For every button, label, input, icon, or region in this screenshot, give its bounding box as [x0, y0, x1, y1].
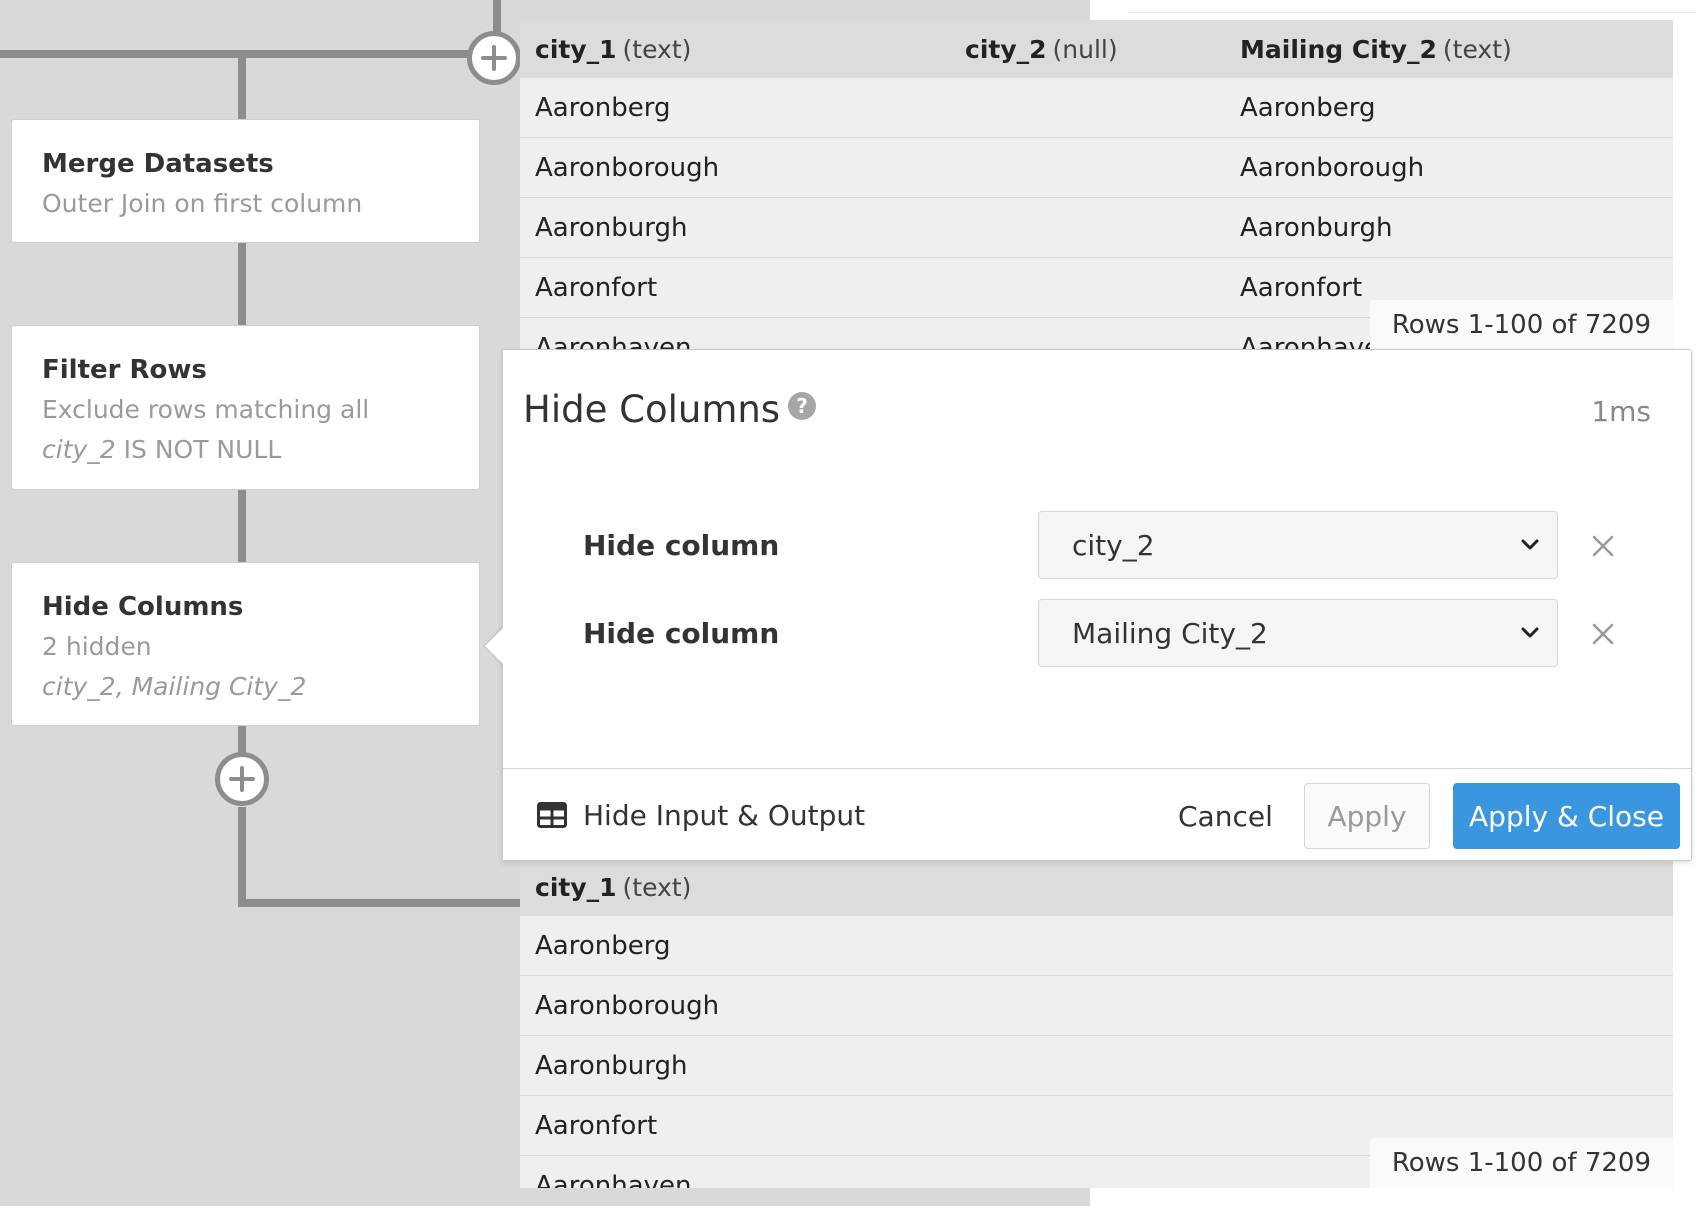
add-step-button[interactable]: [215, 752, 269, 806]
table-row: Aaronburgh: [520, 1036, 1673, 1096]
connector-line: [238, 242, 246, 327]
input-data-table: city_1 (text) city_2 (null) Mailing City_2…: [520, 20, 1673, 350]
table-header: city_1 (text): [520, 858, 1673, 916]
field-label: Hide column: [583, 528, 780, 562]
table-row: Aaronburgh Aaronburgh: [520, 198, 1673, 258]
hide-columns-dialog: Hide Columns ? 1ms Hide column city_2 Hi…: [502, 349, 1692, 861]
chevron-down-icon: [1521, 627, 1539, 638]
dialog-title: Hide Columns: [523, 388, 781, 431]
step-hide-columns[interactable]: Hide Columns 2 hidden city_2, Mailing Ci…: [11, 562, 480, 726]
connector-line: [238, 488, 246, 563]
remove-icon[interactable]: [1588, 531, 1618, 561]
chevron-down-icon: [1521, 539, 1539, 550]
modal-pointer-fill: [485, 627, 504, 665]
step-subtitle: Outer Join on first column: [42, 189, 363, 218]
connector-line: [238, 899, 523, 907]
row-count-badge: Rows 1-100 of 7209: [1369, 300, 1673, 350]
question-circle-icon[interactable]: ?: [788, 392, 816, 420]
table-row: Aaronborough: [520, 976, 1673, 1036]
plus-icon: [481, 45, 507, 71]
step-title: Hide Columns: [42, 592, 244, 622]
step-title: Filter Rows: [42, 355, 207, 385]
output-data-table: city_1 (text) Aaronberg Aaronborough Aaro…: [520, 858, 1673, 1188]
step-title: Merge Datasets: [42, 149, 274, 179]
remove-icon[interactable]: [1588, 619, 1618, 649]
field-label: Hide column: [583, 616, 780, 650]
table-row: Aaronborough Aaronborough: [520, 138, 1673, 198]
column-select[interactable]: city_2: [1038, 511, 1558, 579]
table-header: city_1 (text) city_2 (null) Mailing City_2…: [520, 20, 1673, 78]
table-row: Aaronberg: [520, 916, 1673, 976]
step-merge-datasets[interactable]: Merge Datasets Outer Join on first colum…: [11, 119, 480, 243]
execution-time: 1ms: [1591, 395, 1651, 428]
step-detail: city_2, Mailing City_2: [42, 672, 307, 701]
column-header: Mailing City_2 (text): [1240, 34, 1512, 64]
column-select[interactable]: Mailing City_2: [1038, 599, 1558, 667]
apply-button[interactable]: Apply: [1304, 783, 1430, 849]
toggle-label: Hide Input & Output: [583, 798, 866, 832]
step-detail: city_2 IS NOT NULL: [42, 435, 282, 464]
add-step-button[interactable]: [467, 31, 521, 85]
hide-column-row: Hide column city_2: [583, 511, 1663, 579]
apply-close-button[interactable]: Apply & Close: [1453, 783, 1680, 849]
column-header: city_1 (text): [535, 34, 692, 64]
table-row: Aaronberg Aaronberg: [520, 78, 1673, 138]
step-filter-rows[interactable]: Filter Rows Exclude rows matching all ci…: [11, 325, 480, 490]
step-subtitle: Exclude rows matching all: [42, 395, 370, 424]
connector-line: [238, 807, 246, 907]
hide-column-row: Hide column Mailing City_2: [583, 599, 1663, 667]
dialog-footer: Hide Input & Output Cancel Apply Apply &…: [503, 768, 1691, 860]
row-count-badge: Rows 1-100 of 7209: [1369, 1138, 1673, 1188]
connector-line: [0, 50, 470, 58]
step-subtitle: 2 hidden: [42, 632, 152, 661]
plus-icon: [229, 766, 255, 792]
connector-line: [238, 54, 246, 124]
connector-line: [238, 724, 246, 754]
hide-input-output-toggle[interactable]: Hide Input & Output: [537, 769, 865, 861]
cancel-button[interactable]: Cancel: [1158, 783, 1293, 849]
column-header: city_1 (text): [535, 872, 692, 902]
column-header: city_2 (null): [965, 34, 1118, 64]
table-icon: [537, 802, 567, 828]
